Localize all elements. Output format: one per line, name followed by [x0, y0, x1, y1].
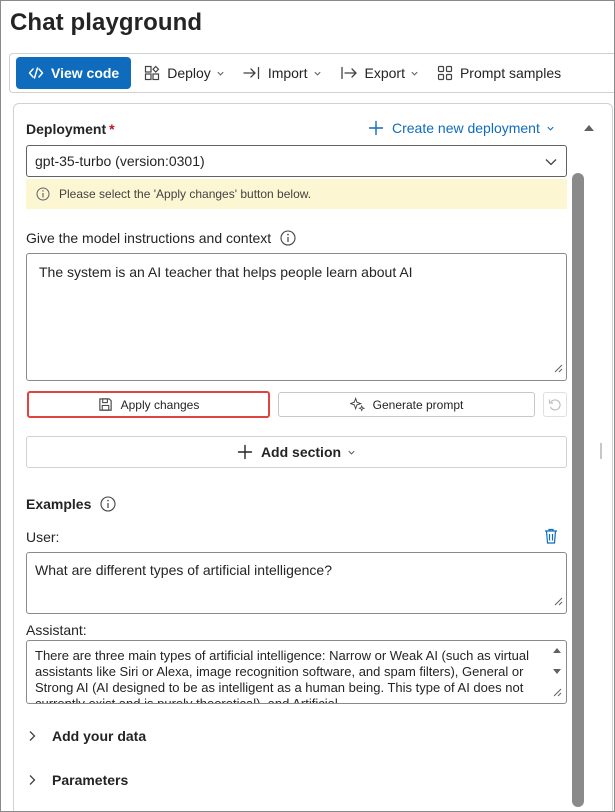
plus-icon	[368, 120, 384, 136]
deployment-label: Deployment *	[26, 121, 115, 137]
info-icon	[36, 187, 50, 201]
examples-heading: Examples	[26, 496, 116, 512]
view-code-label: View code	[51, 65, 120, 81]
parameters-section[interactable]: Parameters	[28, 772, 128, 788]
deploy-cube-icon	[144, 65, 160, 81]
prompt-samples-label: Prompt samples	[459, 65, 562, 81]
info-icon[interactable]	[280, 230, 296, 246]
generate-prompt-button[interactable]: Generate prompt	[278, 392, 535, 417]
deploy-button[interactable]: Deploy	[135, 57, 234, 89]
chevron-right-icon	[28, 774, 36, 786]
deploy-label: Deploy	[167, 65, 211, 81]
assistant-example-label: Assistant:	[26, 622, 87, 638]
chevron-down-icon	[347, 448, 356, 457]
import-arrow-icon	[243, 65, 261, 81]
chevron-down-icon	[544, 155, 558, 169]
chat-playground-window: Chat playground View code Deploy Import	[0, 0, 615, 812]
chevron-down-icon	[410, 69, 419, 78]
toolbar: View code Deploy Import Export Prompt sa…	[9, 53, 614, 93]
info-icon[interactable]	[100, 496, 116, 512]
system-message-label: Give the model instructions and context	[26, 230, 296, 246]
user-example-textarea[interactable]: What are different types of artificial i…	[26, 552, 567, 614]
deployment-select[interactable]: gpt-35-turbo (version:0301)	[26, 145, 567, 177]
chevron-right-icon	[28, 730, 36, 742]
chevron-down-icon	[313, 69, 322, 78]
assistant-textarea-scrollbar[interactable]	[550, 643, 564, 701]
import-label: Import	[267, 65, 308, 81]
apply-changes-warning: Please select the 'Apply changes' button…	[26, 179, 567, 209]
add-your-data-section[interactable]: Add your data	[28, 728, 146, 744]
grid-icon	[437, 65, 453, 81]
assistant-example-textarea[interactable]: There are three main types of artificial…	[26, 640, 567, 704]
export-arrow-icon	[340, 65, 358, 81]
panel-scrollbar[interactable]	[582, 116, 596, 796]
prompt-samples-button[interactable]: Prompt samples	[428, 57, 570, 89]
setup-panel: Deployment * Create new deployment gpt-35…	[13, 103, 613, 811]
reset-button[interactable]	[543, 392, 567, 417]
splitter-handle[interactable]	[600, 443, 602, 459]
resize-handle-icon[interactable]	[553, 359, 563, 377]
export-button[interactable]: Export	[331, 57, 428, 89]
undo-icon	[548, 398, 562, 412]
user-example-label: User:	[26, 529, 60, 545]
trash-icon[interactable]	[544, 528, 558, 544]
panel-scrollbar-thumb[interactable]	[572, 173, 584, 807]
save-disk-icon	[98, 397, 113, 412]
plus-icon	[237, 444, 253, 460]
apply-changes-button[interactable]: Apply changes	[27, 391, 270, 418]
scroll-up-arrow-icon[interactable]	[582, 116, 596, 136]
chevron-down-icon	[546, 124, 555, 133]
page-title: Chat playground	[10, 9, 203, 36]
chevron-down-icon	[216, 69, 225, 78]
system-message-textarea[interactable]: The system is an AI teacher that helps p…	[26, 253, 567, 381]
resize-handle-icon[interactable]	[553, 592, 563, 610]
create-new-deployment-link[interactable]: Create new deployment	[368, 120, 555, 136]
sparkle-icon	[349, 397, 365, 412]
view-code-button[interactable]: View code	[16, 57, 132, 89]
import-button[interactable]: Import	[234, 57, 331, 89]
export-label: Export	[364, 65, 405, 81]
code-icon	[28, 65, 44, 81]
add-section-button[interactable]: Add section	[26, 436, 567, 468]
